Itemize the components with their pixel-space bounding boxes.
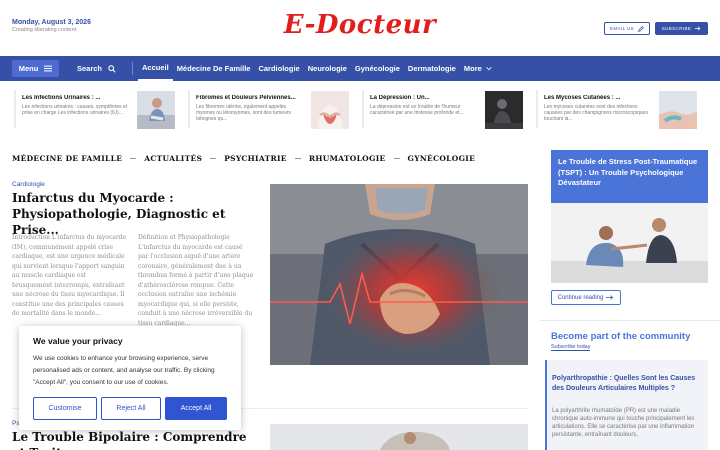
trending-thumbnail[interactable] bbox=[485, 91, 523, 129]
trending-title[interactable]: Les Infections Urinaires : ... bbox=[22, 95, 130, 101]
email-us-label: EMAIL US bbox=[609, 26, 635, 31]
main-nav: Menu Search Accueil Médecine De Famille … bbox=[0, 56, 720, 81]
continue-reading-label: Continue reading bbox=[557, 294, 604, 301]
continue-reading-button[interactable]: Continue reading bbox=[551, 290, 621, 305]
search-icon bbox=[108, 64, 116, 73]
featured-sidebar-title[interactable]: Le Trouble de Stress Post-Traumatique (T… bbox=[558, 157, 702, 189]
trending-card[interactable]: Fibromes et Douleurs Pelviennes... Les f… bbox=[188, 88, 358, 132]
email-us-button[interactable]: EMAIL US bbox=[604, 22, 650, 35]
nav-item-more[interactable]: More bbox=[460, 56, 496, 81]
menu-label: Menu bbox=[18, 64, 39, 73]
customise-button[interactable]: Customise bbox=[33, 397, 97, 420]
subscribe-label: SUBSCRIBE bbox=[661, 26, 692, 31]
article-category[interactable]: Cardiologie bbox=[12, 181, 45, 188]
accept-all-button[interactable]: Accept All bbox=[165, 397, 227, 420]
featured-sidebar-image[interactable] bbox=[551, 203, 708, 283]
menu-button[interactable]: Menu bbox=[12, 60, 59, 77]
trending-thumbnail[interactable] bbox=[137, 91, 175, 129]
sidebar-post[interactable]: Polyarthropathie : Quelles Sont les Caus… bbox=[545, 360, 708, 450]
trending-excerpt: Les mycoses cutanées sont des infections… bbox=[544, 104, 648, 122]
article-hero-image[interactable] bbox=[270, 184, 528, 365]
card-accent-bar bbox=[362, 90, 364, 128]
trending-strip: Les Infections Urinaires : ... Les infec… bbox=[0, 88, 720, 134]
nav-divider bbox=[132, 62, 133, 75]
card-accent-bar bbox=[536, 90, 538, 128]
category-gynecologie[interactable]: GYNÉCOLOGIE bbox=[408, 154, 476, 163]
nav-item-gynecologie[interactable]: Gynécologie bbox=[351, 56, 404, 81]
featured-sidebar-card[interactable]: Le Trouble de Stress Post-Traumatique (T… bbox=[551, 150, 708, 203]
cookie-consent-dialog: We value your privacy We use cookies to … bbox=[19, 326, 241, 430]
sidebar-post-excerpt: La polyarthrite rhumatoïde (PR) est une … bbox=[552, 408, 695, 438]
sidebar-divider bbox=[540, 320, 720, 321]
subscribe-today-link[interactable]: Subscribe today bbox=[551, 344, 591, 351]
nav-item-neurologie[interactable]: Neurologie bbox=[304, 56, 351, 81]
category-medecine-de-famille[interactable]: MÉDECINE DE FAMILLE bbox=[12, 154, 122, 163]
article-title[interactable]: Le Trouble Bipolaire : Comprendre et Tra… bbox=[12, 429, 252, 450]
nav-item-medecine-de-famille[interactable]: Médecine De Famille bbox=[173, 56, 255, 81]
card-accent-bar bbox=[188, 90, 190, 128]
trending-thumbnail[interactable] bbox=[659, 91, 697, 129]
category-psychiatrie[interactable]: PSYCHIATRIE bbox=[224, 154, 287, 163]
trending-excerpt: Les infections urinaires : causes, sympt… bbox=[22, 104, 128, 116]
cookie-title: We value your privacy bbox=[33, 336, 123, 346]
trending-title[interactable]: Fibromes et Douleurs Pelviennes... bbox=[196, 95, 304, 101]
trending-card[interactable]: La Dépression : Un... La dépression est … bbox=[362, 88, 532, 132]
article-hero-image[interactable] bbox=[270, 424, 528, 450]
category-separator bbox=[393, 157, 400, 159]
trending-excerpt: La dépression est un trouble de l'humeur… bbox=[370, 104, 464, 116]
trending-thumbnail[interactable] bbox=[311, 91, 349, 129]
pencil-icon bbox=[638, 25, 644, 32]
card-accent-bar bbox=[14, 90, 16, 128]
nav-item-cardiologie[interactable]: Cardiologie bbox=[254, 56, 303, 81]
nav-items: Accueil Médecine De Famille Cardiologie … bbox=[138, 56, 496, 81]
nav-item-dermatologie[interactable]: Dermatologie bbox=[404, 56, 460, 81]
arrow-right-icon bbox=[606, 295, 614, 300]
reject-all-button[interactable]: Reject All bbox=[101, 397, 161, 420]
sidebar-post-title[interactable]: Polyarthropathie : Quelles Sont les Caus… bbox=[552, 374, 702, 394]
trending-title[interactable]: La Dépression : Un... bbox=[370, 95, 478, 101]
category-separator bbox=[210, 157, 217, 159]
menu-icon bbox=[44, 65, 53, 72]
category-separator bbox=[294, 157, 301, 159]
nav-more-label: More bbox=[463, 64, 482, 73]
cookie-text: We use cookies to enhance your browsing … bbox=[33, 355, 215, 386]
article-title[interactable]: Infarctus du Myocarde : Physiopathologie… bbox=[12, 190, 252, 238]
search-label: Search bbox=[77, 64, 103, 73]
top-header: Monday, August 3, 2026 Creating liberati… bbox=[0, 0, 720, 56]
trending-excerpt: Les fibromes utérins, également appelés … bbox=[196, 104, 292, 122]
trending-card[interactable]: Les Infections Urinaires : ... Les infec… bbox=[14, 88, 184, 132]
arrow-right-icon bbox=[695, 26, 701, 31]
trending-title[interactable]: Les Mycoses Cutanées : ... bbox=[544, 95, 652, 101]
search-button[interactable]: Search bbox=[77, 60, 116, 77]
subscribe-button[interactable]: SUBSCRIBE bbox=[655, 22, 708, 35]
chevron-down-icon bbox=[486, 67, 492, 71]
trending-card[interactable]: Les Mycoses Cutanées : ... Les mycoses c… bbox=[536, 88, 706, 132]
nav-item-accueil[interactable]: Accueil bbox=[138, 56, 173, 81]
community-title: Become part of the community bbox=[551, 331, 691, 342]
category-actualites[interactable]: ACTUALITÉS bbox=[144, 154, 202, 163]
category-rhumatologie[interactable]: RHUMATOLOGIE bbox=[309, 154, 386, 163]
category-bar: MÉDECINE DE FAMILLE ACTUALITÉS PSYCHIATR… bbox=[12, 152, 475, 164]
category-separator bbox=[130, 157, 137, 159]
